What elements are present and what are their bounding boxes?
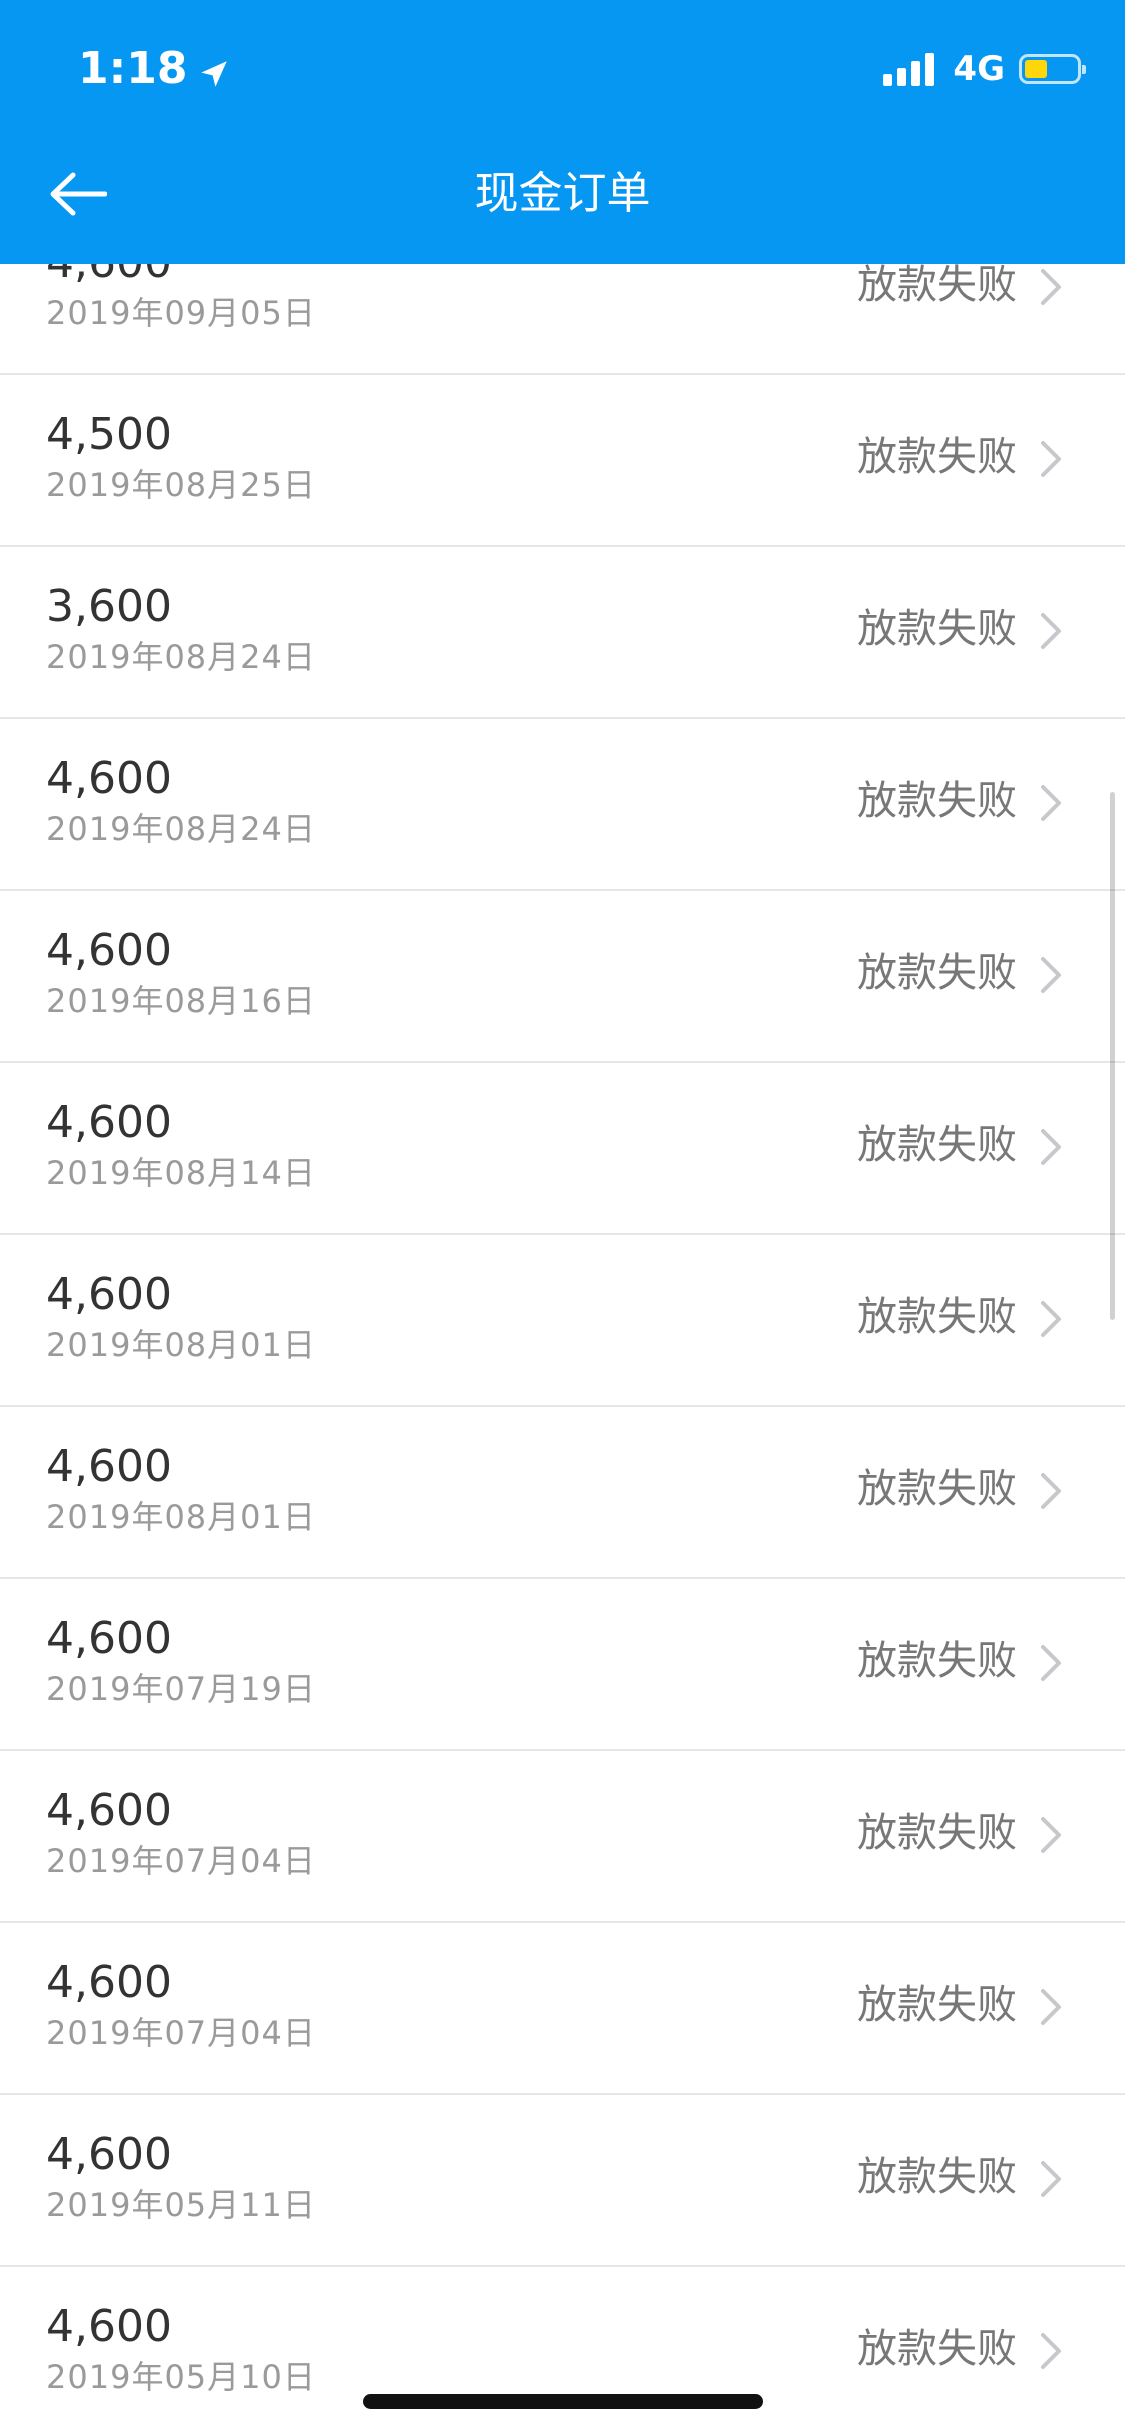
chevron-right-icon [1041,1473,1061,1509]
order-amount: 4,600 [46,753,172,804]
order-status: 放款失败 [857,434,1017,480]
order-status: 放款失败 [857,1466,1017,1512]
order-row[interactable]: 4,600 2019年07月19日 放款失败 [0,1579,1125,1751]
order-list: 4,6002019年09月05日放款失败4,5002019年08月25日放款失败… [0,203,1125,2436]
order-date: 2019年05月11日 [46,2186,316,2224]
order-row[interactable]: 4,500 2019年08月25日 放款失败 [0,375,1125,547]
order-row[interactable]: 4,600 2019年08月24日 放款失败 [0,719,1125,891]
chevron-right-icon [1041,613,1061,649]
chevron-right-icon [1041,1817,1061,1853]
chevron-right-icon [1041,1645,1061,1681]
order-row[interactable]: 4,600 2019年08月16日 放款失败 [0,891,1125,1063]
navigation-bar: 现金订单 [0,132,1125,264]
signal-bars-icon [883,52,939,86]
chevron-right-icon [1041,1301,1061,1337]
chevron-right-icon [1041,785,1061,821]
order-date: 2019年08月01日 [46,1498,316,1536]
order-status: 放款失败 [857,778,1017,824]
status-bar-indicators: 4G [883,44,1086,94]
order-row[interactable]: 3,600 2019年08月24日 放款失败 [0,547,1125,719]
order-status: 放款失败 [857,2326,1017,2372]
status-bar-time: 1:18 [78,38,231,98]
order-date: 2019年08月16日 [46,982,316,1020]
chevron-right-icon [1041,2333,1061,2369]
order-amount: 4,600 [46,1097,172,1148]
order-date: 2019年08月24日 [46,810,316,848]
order-status: 放款失败 [857,1122,1017,1168]
order-date: 2019年07月19日 [46,1670,316,1708]
order-row[interactable]: 4,600 2019年08月01日 放款失败 [0,1235,1125,1407]
order-amount: 4,500 [46,409,172,460]
order-row[interactable]: 4,600 2019年07月04日 放款失败 [0,1751,1125,1923]
screen: 1:18 4G 现金订单 4,6002019年 [0,0,1125,2436]
order-amount: 4,600 [46,1613,172,1664]
order-status: 放款失败 [857,262,1017,308]
page-title: 现金订单 [474,168,651,219]
order-row[interactable]: 4,600 2019年05月10日 放款失败 [0,2267,1125,2436]
order-status: 放款失败 [857,950,1017,996]
chevron-right-icon [1041,957,1061,993]
chevron-right-icon [1041,441,1061,477]
chevron-right-icon [1041,2161,1061,2197]
scrollbar[interactable] [1110,792,1115,1320]
order-row[interactable]: 4,600 2019年07月04日 放款失败 [0,1923,1125,2095]
time-label: 1:18 [78,42,188,94]
location-arrow-icon [197,51,231,87]
order-amount: 4,600 [46,1957,172,2008]
order-date: 2019年08月01日 [46,1326,316,1364]
chevron-right-icon [1041,1989,1061,2025]
order-row[interactable]: 4,600 2019年05月11日 放款失败 [0,2095,1125,2267]
battery-low-icon [1019,54,1086,84]
order-amount: 4,600 [46,2301,172,2352]
order-status: 放款失败 [857,1982,1017,2028]
order-status: 放款失败 [857,2154,1017,2200]
order-date: 2019年08月14日 [46,1154,316,1192]
chevron-right-icon [1041,269,1061,305]
order-date: 2019年05月10日 [46,2358,316,2396]
order-status: 放款失败 [857,1294,1017,1340]
order-status: 放款失败 [857,606,1017,652]
order-date: 2019年08月24日 [46,638,316,676]
order-date: 2019年09月05日 [46,294,316,332]
order-amount: 4,600 [46,1269,172,1320]
order-amount: 4,600 [46,925,172,976]
order-date: 2019年07月04日 [46,1842,316,1880]
order-amount: 4,600 [46,1785,172,1836]
order-date: 2019年07月04日 [46,2014,316,2052]
order-amount: 3,600 [46,581,172,632]
network-type: 4G [953,49,1005,89]
chevron-right-icon [1041,1129,1061,1165]
order-row[interactable]: 4,600 2019年08月14日 放款失败 [0,1063,1125,1235]
order-date: 2019年08月25日 [46,466,316,504]
order-amount: 4,600 [46,1441,172,1492]
order-row[interactable]: 4,600 2019年08月01日 放款失败 [0,1407,1125,1579]
header: 1:18 4G 现金订单 [0,0,1125,264]
order-amount: 4,600 [46,2129,172,2180]
order-status: 放款失败 [857,1638,1017,1684]
home-indicator[interactable] [363,2394,763,2409]
order-status: 放款失败 [857,1810,1017,1856]
